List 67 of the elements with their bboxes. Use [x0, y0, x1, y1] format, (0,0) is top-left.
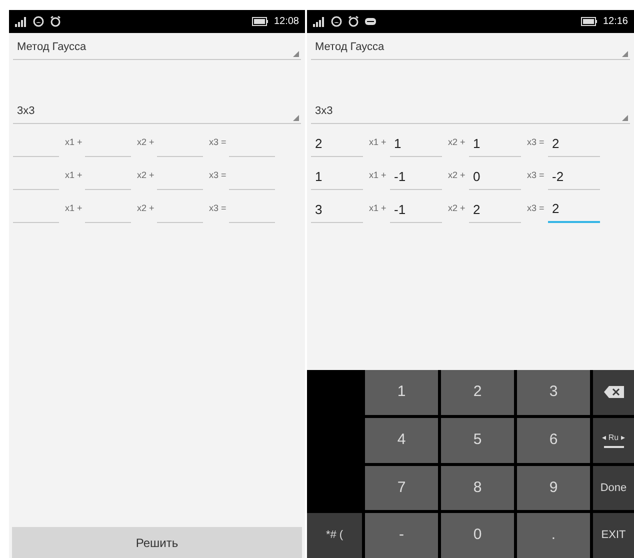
keyboard-key[interactable]: *# ( [307, 513, 362, 558]
alarm-clock-icon [348, 16, 359, 27]
variable-label: x3 = [526, 136, 546, 148]
dropdown[interactable]: Метод Гаусса [13, 36, 301, 60]
coefficient-field[interactable]: 0 [469, 166, 521, 190]
coefficient-field[interactable]: 3 [311, 199, 363, 223]
variable-label: x2 + [136, 168, 156, 182]
coefficient-field[interactable]: -1 [390, 199, 442, 223]
keyboard-key[interactable]: 6 [517, 418, 590, 462]
variable-label: x1 + [64, 136, 84, 148]
coefficient-field[interactable]: -1 [390, 166, 442, 190]
dropdown-corner-icon [293, 51, 299, 57]
variable-label: x1 + [64, 168, 84, 182]
dropdown-corner-icon [622, 115, 628, 121]
backspace-icon [604, 386, 624, 398]
variable-label: x3 = [526, 168, 546, 182]
keyboard-key[interactable]: 8 [441, 466, 514, 510]
keyboard-key[interactable]: 5 [441, 418, 514, 462]
circle-icon [33, 16, 44, 27]
alarm-clock-icon [50, 16, 61, 27]
coefficient-field[interactable]: 2 [311, 133, 363, 157]
dropdown[interactable]: Метод Гаусса [311, 36, 630, 60]
coefficient-field[interactable]: 2 [548, 133, 600, 157]
variable-label: x3 = [208, 136, 228, 148]
coefficient-field[interactable]: 2 [548, 199, 600, 223]
dropdown-corner-icon [622, 51, 628, 57]
coefficient-field[interactable]: 1 [311, 166, 363, 190]
keyboard-key[interactable]: 0 [441, 513, 514, 558]
status-time: 12:08 [274, 15, 299, 29]
dropdown[interactable]: 3x3 [13, 100, 301, 124]
backspace-key[interactable] [593, 370, 634, 415]
keyboard-key[interactable]: 1 [365, 370, 438, 415]
language-key[interactable]: ◂ Ru ▸ [593, 418, 634, 462]
variable-label: x2 + [447, 168, 466, 182]
signal-icon [15, 16, 27, 26]
status-time: 12:16 [602, 15, 628, 29]
variable-label: x1 + [368, 136, 388, 148]
variable-label: x1 + [368, 168, 388, 182]
keyboard-key[interactable]: . [517, 513, 590, 558]
variable-label: x3 = [208, 168, 228, 182]
solve-button[interactable]: Решить [12, 527, 302, 558]
variable-label: x2 + [136, 136, 156, 148]
variable-label: x1 + [368, 202, 388, 214]
keyboard-key[interactable]: 9 [517, 466, 590, 510]
coefficient-field[interactable]: 1 [390, 133, 442, 157]
variable-label: x2 + [447, 136, 466, 148]
coefficient-field[interactable]: 1 [469, 133, 521, 157]
keyboard-key[interactable]: 4 [365, 418, 438, 462]
dropdown-corner-icon [293, 115, 299, 121]
keyboard-key[interactable]: 2 [441, 370, 514, 415]
keyboard-key[interactable]: 7 [365, 466, 438, 510]
variable-label: x2 + [447, 202, 466, 214]
variable-label: x1 + [64, 202, 84, 214]
keyboard-key[interactable]: - [365, 513, 438, 558]
coefficient-field[interactable]: -2 [548, 166, 600, 190]
keyboard-key[interactable]: EXIT [593, 513, 634, 558]
battery-icon [252, 17, 268, 26]
signal-icon [313, 16, 325, 26]
battery-icon [580, 17, 597, 26]
dropdown[interactable]: 3x3 [311, 100, 630, 124]
variable-label: x3 = [208, 202, 228, 214]
variable-label: x2 + [136, 202, 156, 214]
coefficient-field[interactable]: 2 [469, 199, 521, 223]
variable-label: x3 = [526, 202, 546, 214]
keyboard-key[interactable]: Done [593, 466, 634, 510]
circle-icon [331, 16, 342, 27]
keyboard-key[interactable]: 3 [517, 370, 590, 415]
